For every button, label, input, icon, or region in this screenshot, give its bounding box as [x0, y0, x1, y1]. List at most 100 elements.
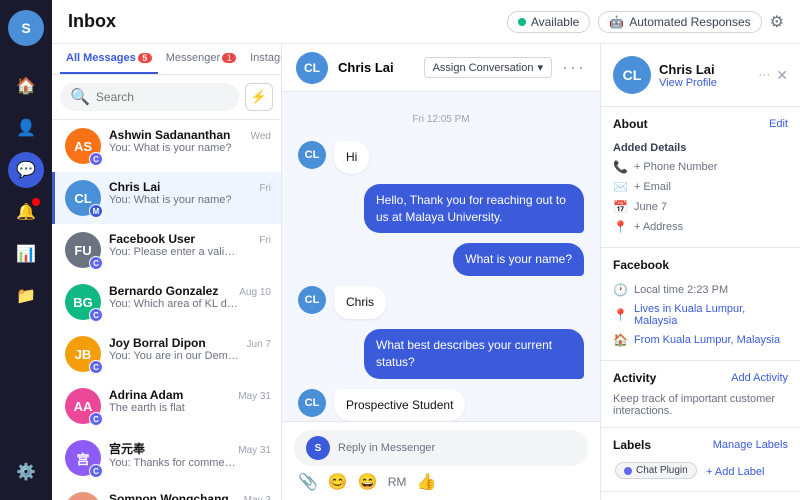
- sidebar-analytics[interactable]: 📊: [8, 236, 44, 272]
- conversation-item[interactable]: SW C Sompon Wongchang May 3 You: Please …: [52, 484, 281, 500]
- add-activity-button[interactable]: Add Activity: [731, 372, 788, 384]
- location-icon: 📍: [613, 220, 628, 234]
- edit-button[interactable]: Edit: [769, 118, 788, 130]
- status-dot: [518, 18, 526, 26]
- activity-desc: Keep track of important customer interac…: [613, 393, 788, 417]
- chat-panel: CL Chris Lai Assign Conversation ▾ ··· F…: [282, 44, 600, 500]
- conv-preview: You: Thanks for commenting, pleas...: [109, 457, 239, 469]
- emoji2-icon[interactable]: 😄: [358, 472, 378, 492]
- suggested-labels-section: Suggested Labels New Customer Important …: [601, 492, 800, 500]
- conv-avatar: FU C: [65, 232, 101, 268]
- assign-conversation-button[interactable]: Assign Conversation ▾: [424, 57, 552, 78]
- lives-in-row: 📍 Lives in Kuala Lumpur, Malaysia: [613, 300, 788, 330]
- tabs-bar: All Messages5 Messenger1 Instagram Direc…: [52, 44, 281, 75]
- from-icon: 🏠: [613, 333, 628, 347]
- channel-badge: C: [89, 308, 103, 322]
- search-input[interactable]: [96, 90, 229, 104]
- channel-badge: C: [89, 464, 103, 478]
- tab-all-messages[interactable]: All Messages5: [60, 44, 158, 74]
- conversation-item[interactable]: BG C Bernardo Gonzalez Aug 10 You: Which…: [52, 276, 281, 328]
- channel-badge: C: [89, 360, 103, 374]
- sidebar-settings[interactable]: ⚙️: [8, 454, 44, 490]
- conv-header: Chris Lai Fri: [109, 180, 271, 194]
- messenger-badge: 1: [222, 53, 236, 63]
- main-content: Inbox Available 🤖 Automated Responses ⚙ …: [52, 0, 800, 500]
- calendar-icon: 📅: [613, 200, 628, 214]
- status-badge[interactable]: Available: [507, 11, 590, 33]
- auto-response-button[interactable]: 🤖 Automated Responses: [598, 11, 761, 33]
- chevron-down-icon: ▾: [537, 61, 543, 74]
- filter-button[interactable]: ⚡: [245, 83, 273, 111]
- conversation-item[interactable]: AA C Adrina Adam May 31 The earth is fla…: [52, 380, 281, 432]
- conv-avatar: AA C: [65, 388, 101, 424]
- add-label-button[interactable]: + Add Label: [702, 464, 768, 480]
- sidebar-home[interactable]: 🏠: [8, 68, 44, 104]
- sidebar-contacts[interactable]: 👤: [8, 110, 44, 146]
- profile-header-right: ··· ✕: [758, 67, 788, 84]
- conversation-item[interactable]: 宫 C 宫元奉 May 31 You: Thanks for commentin…: [52, 432, 281, 484]
- conv-name: 宫元奉: [109, 440, 145, 457]
- sidebar-inbox[interactable]: 💬: [8, 152, 44, 188]
- sidebar-campaigns[interactable]: 📁: [8, 278, 44, 314]
- facebook-section-header: Facebook: [613, 258, 788, 272]
- message-row: CL Prospective Student: [298, 389, 584, 421]
- added-details-label: Added Details: [613, 139, 788, 157]
- all-messages-badge: 5: [138, 53, 152, 63]
- conv-name: Bernardo Gonzalez: [109, 284, 218, 298]
- close-profile-icon[interactable]: ✕: [776, 67, 788, 84]
- reply-input-row[interactable]: S Reply in Messenger: [294, 430, 588, 466]
- message-bubble: What is your name?: [453, 243, 584, 276]
- conv-name: Chris Lai: [109, 180, 160, 194]
- chat-plugin-label-text: Chat Plugin: [636, 465, 688, 476]
- conv-header: Ashwin Sadananthan Wed: [109, 128, 271, 142]
- tab-instagram-direct[interactable]: Instagram Direct: [244, 44, 281, 74]
- conversations-panel: All Messages5 Messenger1 Instagram Direc…: [52, 44, 282, 500]
- date-row: 📅 June 7: [613, 197, 788, 217]
- reply-input[interactable]: Reply in Messenger: [338, 442, 576, 454]
- sidebar-notifications[interactable]: 🔔: [8, 194, 44, 230]
- conv-info: 宫元奉 May 31 You: Thanks for commenting, p…: [109, 440, 271, 476]
- manage-labels-button[interactable]: Manage Labels: [713, 439, 788, 451]
- conv-time: May 31: [238, 445, 271, 456]
- conv-header: Adrina Adam May 31: [109, 388, 271, 402]
- chat-options-icon[interactable]: ···: [562, 57, 586, 78]
- emoji-icon[interactable]: 😊: [328, 472, 348, 492]
- top-bar-right: Available 🤖 Automated Responses ⚙: [507, 11, 784, 33]
- conv-info: Bernardo Gonzalez Aug 10 You: Which area…: [109, 284, 271, 320]
- sidebar-avatar[interactable]: S: [8, 10, 44, 46]
- conversation-item[interactable]: AS C Ashwin Sadananthan Wed You: What is…: [52, 120, 281, 172]
- view-profile-link[interactable]: View Profile: [659, 77, 717, 89]
- sidebar: S 🏠 👤 💬 🔔 📊 📁 ⚙️: [0, 0, 52, 500]
- message-avatar: CL: [298, 141, 326, 169]
- activity-section-header: Activity Add Activity: [613, 371, 788, 385]
- page-title: Inbox: [68, 11, 495, 32]
- profile-options-icon[interactable]: ···: [758, 67, 770, 84]
- conv-info: Adrina Adam May 31 The earth is flat: [109, 388, 271, 424]
- lives-in-icon: 📍: [613, 308, 628, 322]
- conv-header: Bernardo Gonzalez Aug 10: [109, 284, 271, 298]
- conv-info: Joy Borral Dipon Jun 7 You: You are in o…: [109, 336, 271, 372]
- reply-sender-avatar: S: [306, 436, 330, 460]
- message-bubble: Chris: [334, 286, 386, 319]
- messages-area: Fri 12:05 PM CL Hi Hello, Thank you for …: [282, 92, 600, 421]
- date-divider: Fri 12:05 PM: [298, 114, 584, 125]
- audio-icon[interactable]: RM: [388, 475, 407, 489]
- activity-title: Activity: [613, 371, 656, 385]
- conversation-item[interactable]: JB C Joy Borral Dipon Jun 7 You: You are…: [52, 328, 281, 380]
- conversations-list: AS C Ashwin Sadananthan Wed You: What is…: [52, 120, 281, 500]
- chat-plugin-label: Chat Plugin: [615, 462, 697, 479]
- conv-avatar: BG C: [65, 284, 101, 320]
- message-bubble: What best describes your current status?: [364, 329, 584, 379]
- conversation-item[interactable]: FU C Facebook User Fri You: Please enter…: [52, 224, 281, 276]
- attach-icon[interactable]: 📎: [298, 472, 318, 492]
- message-bubble: Hello, Thank you for reaching out to us …: [364, 184, 584, 234]
- phone-icon: 📞: [613, 160, 628, 174]
- settings-icon[interactable]: ⚙: [770, 12, 784, 32]
- conv-header: 宫元奉 May 31: [109, 440, 271, 457]
- like-icon[interactable]: 👍: [416, 472, 436, 492]
- conv-info: Ashwin Sadananthan Wed You: What is your…: [109, 128, 271, 164]
- message-row: What best describes your current status?: [298, 329, 584, 379]
- conv-preview: You: Which area of KL do you live in?: [109, 298, 239, 310]
- conversation-item[interactable]: CL M Chris Lai Fri You: What is your nam…: [52, 172, 281, 224]
- tab-messenger[interactable]: Messenger1: [160, 44, 242, 74]
